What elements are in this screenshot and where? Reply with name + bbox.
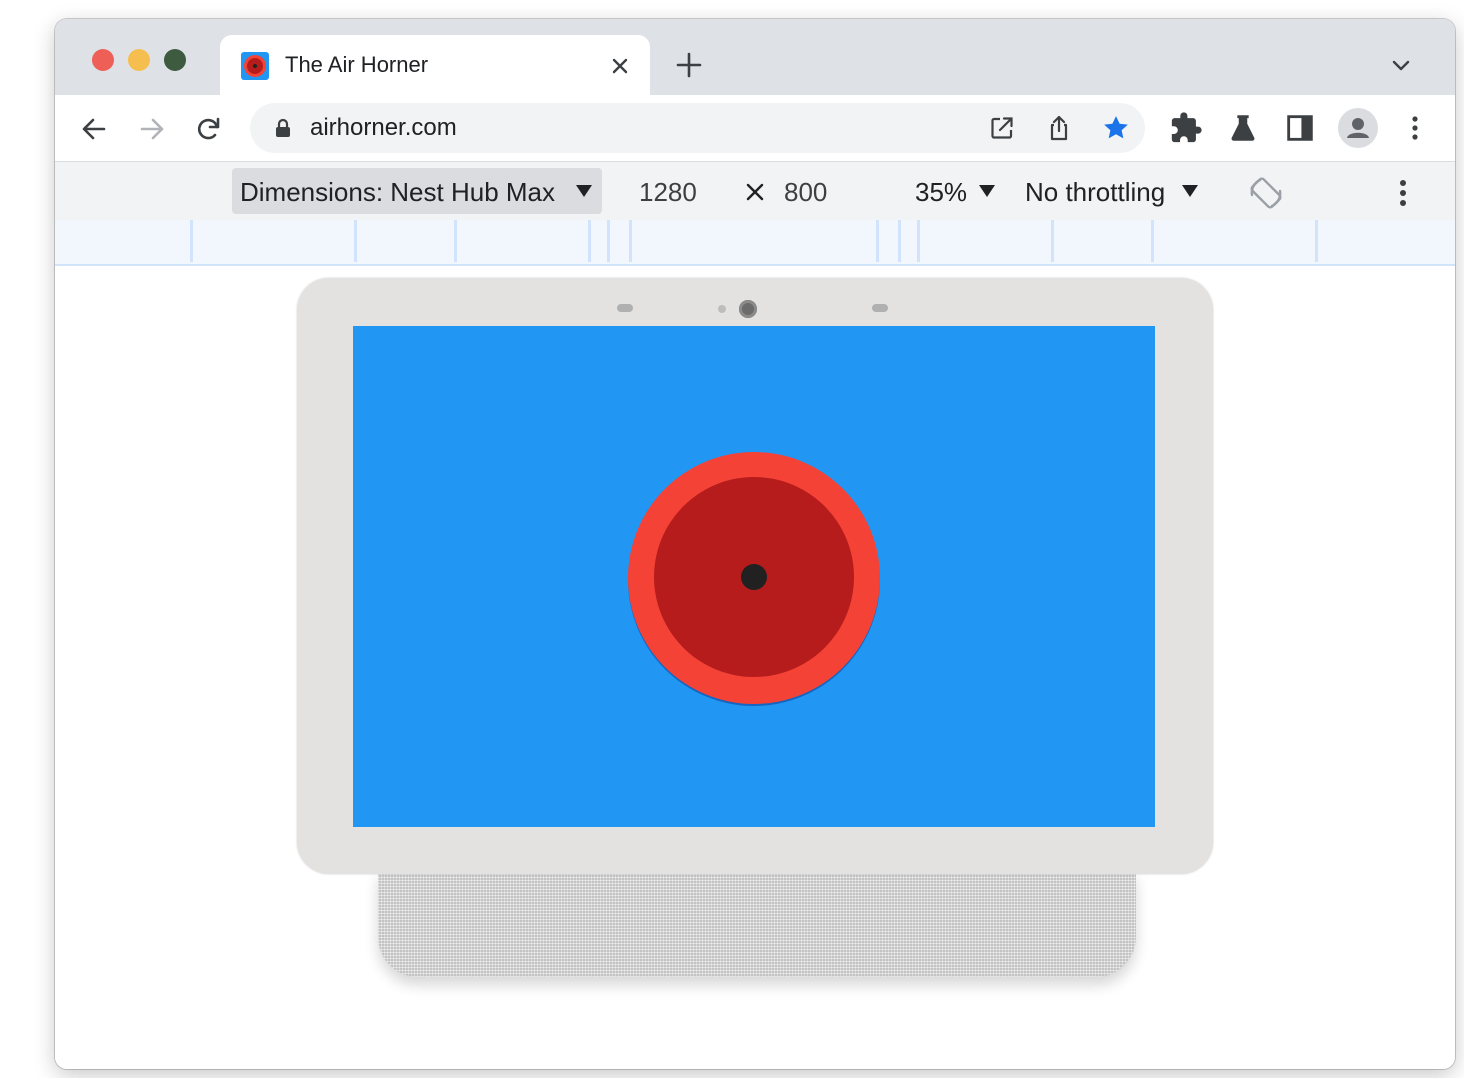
ruler-tick	[898, 220, 901, 262]
air-horn-button[interactable]	[628, 452, 880, 706]
ruler-tick	[1051, 220, 1054, 262]
device-toolbar: Dimensions: Nest Hub Max 1280 800 35% No…	[55, 161, 1455, 221]
light-sensor	[617, 304, 633, 312]
ruler-tick	[354, 220, 357, 262]
share-icon[interactable]	[1044, 113, 1074, 143]
throttling-caret-down-icon[interactable]	[1182, 185, 1198, 197]
emulated-viewport	[55, 266, 1455, 1069]
media-query-ruler[interactable]	[55, 220, 1455, 266]
ruler-tick	[607, 220, 610, 262]
ruler-tick	[454, 220, 457, 262]
ruler-tick	[876, 220, 879, 262]
device-toolbar-more-vert-icon[interactable]	[1389, 176, 1417, 210]
profile-avatar-icon[interactable]	[1338, 108, 1378, 148]
lock-icon[interactable]	[272, 117, 294, 139]
back-icon[interactable]	[77, 113, 111, 145]
zoom-caret-down-icon[interactable]	[979, 185, 995, 197]
labs-flask-icon[interactable]	[1226, 111, 1260, 145]
dimensions-caret-down-icon	[576, 185, 592, 197]
width-input[interactable]: 1280	[639, 177, 697, 208]
window-minimize-button[interactable]	[128, 49, 150, 71]
camera-indicator-dot	[718, 305, 726, 313]
times-icon	[745, 182, 765, 202]
browser-window: The Air Horner airhorner.com Dimensions:…	[55, 19, 1455, 1069]
air-horner-favicon-icon	[241, 52, 269, 80]
throttling-dropdown[interactable]: No throttling	[1025, 177, 1165, 208]
tab-the-air-horner[interactable]: The Air Horner	[220, 35, 650, 95]
more-vert-icon[interactable]	[1398, 111, 1432, 145]
height-input[interactable]: 800	[784, 177, 827, 208]
open-in-new-icon[interactable]	[987, 113, 1017, 143]
ruler-tick	[917, 220, 920, 262]
tab-strip: The Air Horner	[55, 19, 1455, 95]
browser-toolbar: airhorner.com	[55, 95, 1455, 161]
tab-search-chevron-down-icon[interactable]	[1388, 54, 1414, 76]
ruler-tick	[629, 220, 632, 262]
reload-icon[interactable]	[192, 113, 226, 145]
light-sensor	[872, 304, 888, 312]
ruler-tick	[190, 220, 193, 262]
window-maximize-button[interactable]	[164, 49, 186, 71]
nest-hub-speaker-base	[378, 871, 1136, 977]
ruler-tick	[1315, 220, 1318, 262]
dimensions-label: Dimensions: Nest Hub Max	[240, 177, 555, 207]
url-text[interactable]: airhorner.com	[310, 114, 457, 142]
close-tab-icon[interactable]	[606, 52, 634, 80]
device-screen	[353, 326, 1155, 827]
extensions-puzzle-icon[interactable]	[1169, 111, 1203, 145]
new-tab-plus-icon[interactable]	[674, 50, 704, 80]
ruler-tick	[1151, 220, 1154, 262]
air-horn-center-dot	[741, 564, 767, 590]
address-bar[interactable]: airhorner.com	[250, 103, 1145, 153]
window-close-button[interactable]	[92, 49, 114, 71]
bookmark-star-icon[interactable]	[1101, 113, 1131, 143]
dimensions-dropdown[interactable]: Dimensions: Nest Hub Max	[232, 168, 602, 214]
ruler-tick	[588, 220, 591, 262]
tab-title: The Air Horner	[285, 52, 429, 77]
side-panel-icon[interactable]	[1283, 111, 1317, 145]
zoom-dropdown[interactable]: 35%	[915, 177, 967, 208]
rotate-icon[interactable]	[1244, 171, 1288, 215]
forward-icon[interactable]	[135, 113, 169, 145]
camera-lens	[739, 300, 757, 318]
